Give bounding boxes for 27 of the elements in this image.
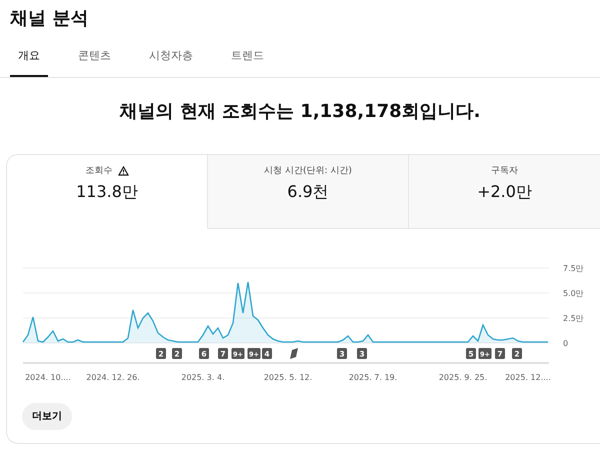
y-axis-label: 7.5만 [563,264,584,272]
x-axis-label: 2024. 12. 26. [86,372,140,382]
metric-tab[interactable]: 조회수 113.8만 [7,154,208,228]
y-axis-label: 5.0만 [563,288,584,298]
tab[interactable]: 콘텐츠 [70,44,119,76]
metric-label: 시청 시간(단위: 시간) [264,164,352,178]
metric-label: 구독자 [491,164,518,178]
y-axis-label: 2.5만 [563,314,584,322]
tab[interactable]: 개요 [10,44,48,76]
x-axis-label: 2025. 3. 4. [181,372,225,382]
metric-label: 조회수 [86,164,112,178]
y-axis-label: 0 [563,338,568,348]
x-axis-label: 2025. 7. 19. [348,372,398,382]
more-button[interactable]: 더보기 [22,402,72,430]
tab[interactable]: 트렌드 [223,44,272,76]
x-axis-label: 2025. 5. 12. [264,372,312,382]
metric-value: +2.0만 [477,181,532,203]
tab[interactable]: 시청자층 [141,44,201,76]
x-axis-label: 2025. 12.... [505,372,551,382]
x-axis-label: 2024. 10.... [25,372,71,382]
metric-tab[interactable]: 구독자 +2.0만 [409,154,600,228]
metric-value: 113.8만 [76,181,138,203]
views-headline: 채널의 현재 조회수는 1,138,178회입니다. [120,100,480,122]
x-axis-label: 2025. 9. 25. [438,372,488,382]
metric-tab[interactable]: 시청 시간(단위: 시간) 6.9천 [208,154,409,228]
metric-value: 6.9천 [287,181,329,203]
page-title: 채널 분석 [9,7,90,31]
